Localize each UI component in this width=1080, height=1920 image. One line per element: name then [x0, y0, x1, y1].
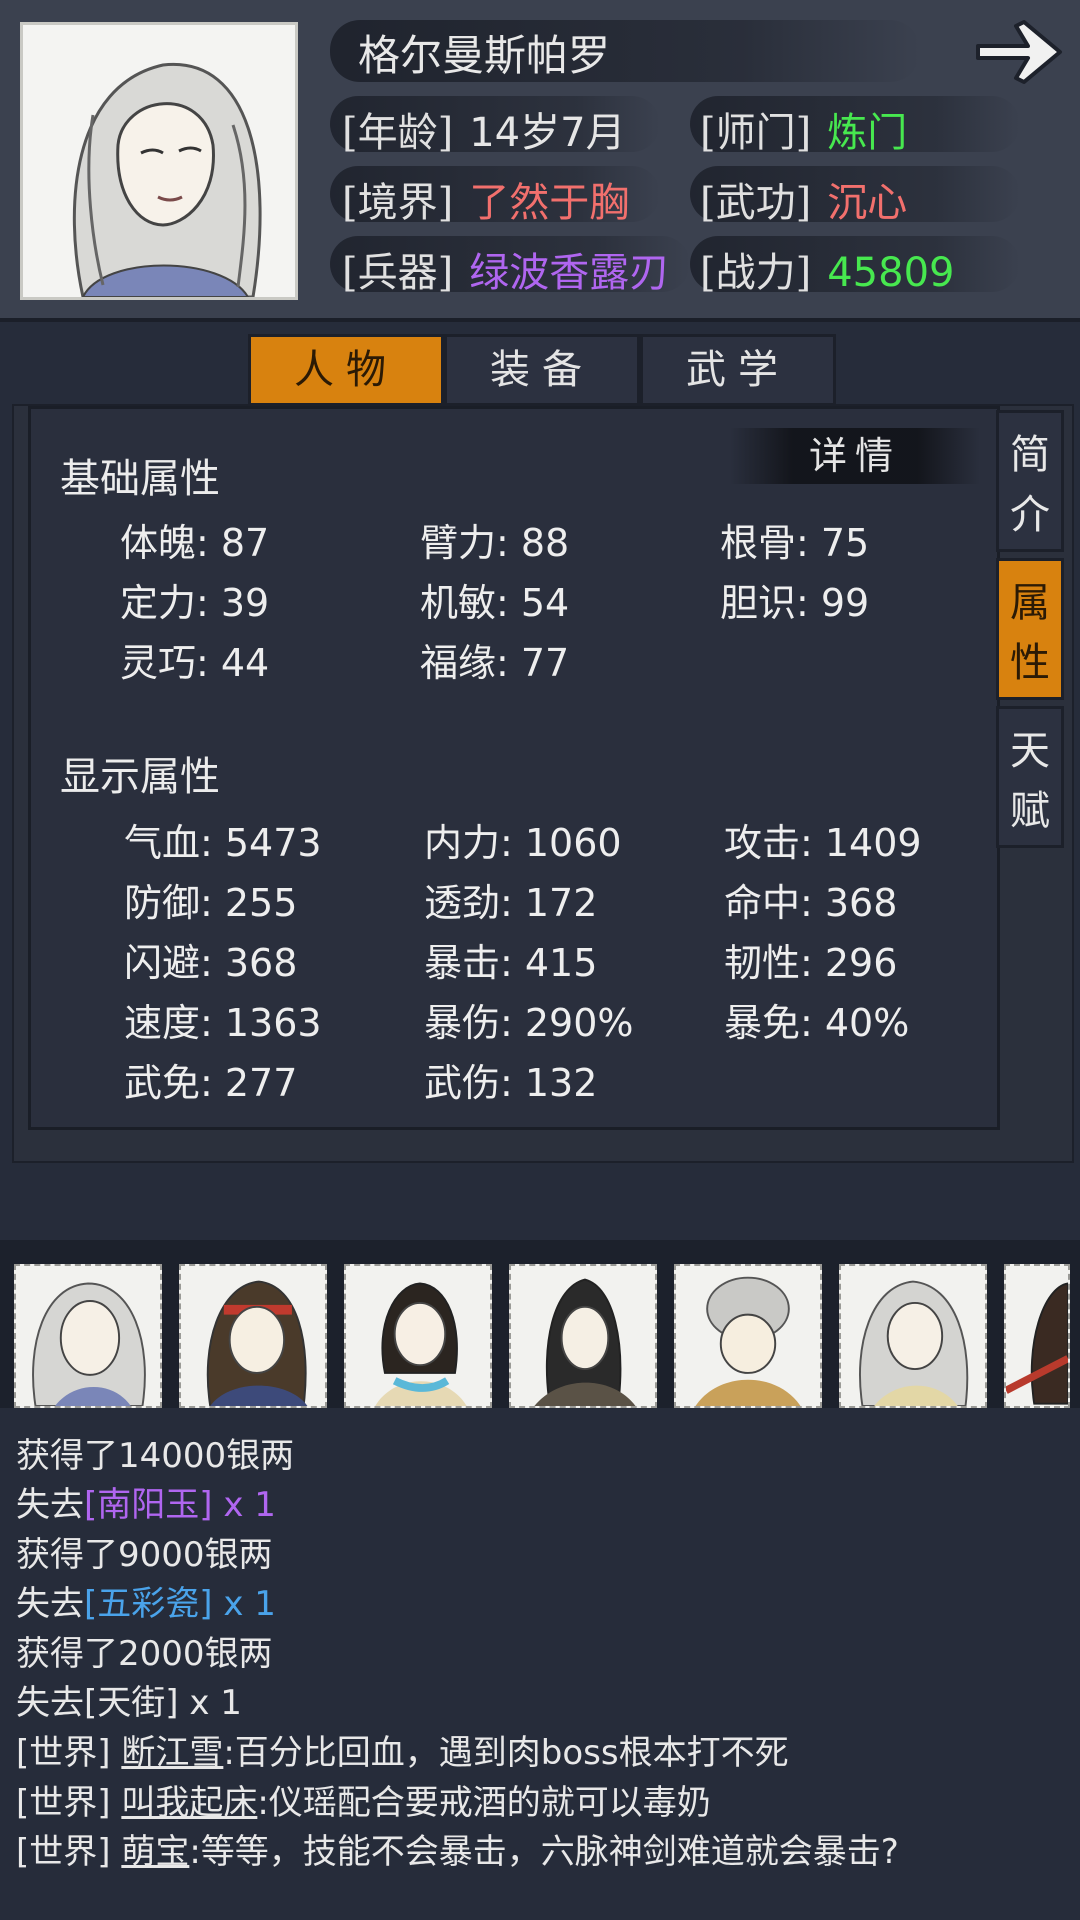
member-portrait	[206, 1280, 308, 1406]
log-line: 获得了9000银两	[16, 1535, 273, 1575]
item-count: x 1	[212, 1584, 276, 1624]
side-tab-char: 性	[1010, 640, 1050, 686]
display-attr: 速度: 1363	[124, 1001, 322, 1045]
member-portrait	[859, 1280, 969, 1406]
base-attr: 体魄: 87	[120, 521, 270, 565]
side-tab-char: 介	[1010, 492, 1050, 538]
side-tab-intro[interactable]: 简 介	[996, 410, 1064, 552]
player-name-link[interactable]: 萌宝	[121, 1832, 189, 1872]
age-row: [年龄] 14岁7月	[342, 100, 626, 158]
age-value: 14岁7月	[469, 110, 626, 156]
chat-message: :百分比回血，遇到肉boss根本打不死	[223, 1733, 789, 1773]
display-attr: 武免: 277	[124, 1061, 298, 1105]
item-link[interactable]: [南阳玉]	[84, 1485, 213, 1525]
log-line: [世界] 断江雪:百分比回血，遇到肉boss根本打不死	[16, 1725, 789, 1774]
display-attr: 武伤: 132	[424, 1061, 598, 1105]
side-tab-char: 简	[1010, 432, 1050, 478]
weapon-value: 绿波香露刃	[469, 250, 670, 296]
chat-message: :仪瑶配合要戒酒的就可以毒奶	[257, 1783, 711, 1823]
sect-row: [师门] 炼门	[700, 100, 907, 158]
side-tab-char: 属	[1010, 580, 1050, 626]
display-attr: 韧性: 296	[724, 941, 898, 985]
display-attr: 防御: 255	[124, 881, 298, 925]
portrait-image	[23, 25, 295, 297]
display-attr: 内力: 1060	[424, 821, 622, 865]
realm-row: [境界] 了然于胸	[342, 170, 629, 228]
display-attr: 暴击: 415	[424, 941, 598, 985]
sect-value: 炼门	[827, 110, 908, 156]
base-attr: 机敏: 54	[420, 581, 570, 625]
log-line: [世界] 叫我起床:仪瑶配合要戒酒的就可以毒奶	[16, 1775, 711, 1824]
base-attr: 定力: 39	[120, 581, 270, 625]
character-name: 格尔曼斯帕罗	[358, 31, 611, 80]
log-line: [世界] 萌宝:等等，技能不会暴击，六脉神剑难道就会暴击?	[16, 1824, 899, 1873]
tab-martial-arts[interactable]: 武学	[640, 334, 836, 406]
skill-row: [武功] 沉心	[700, 170, 907, 228]
member-portrait	[1006, 1282, 1068, 1405]
display-attr: 透劲: 172	[424, 881, 598, 925]
power-value: 45809	[827, 250, 955, 296]
base-attr: 根骨: 75	[720, 521, 870, 565]
tab-character[interactable]: 人物	[248, 334, 444, 406]
party-member-6[interactable]	[839, 1264, 987, 1408]
item-link[interactable]: [五彩瓷]	[84, 1584, 213, 1624]
power-row: [战力] 45809	[700, 240, 954, 298]
sect-label: [师门]	[700, 110, 812, 156]
player-name-link[interactable]: 叫我起床	[121, 1783, 257, 1823]
side-tab-char: 天	[1010, 728, 1050, 774]
base-attributes-title: 基础属性	[60, 456, 220, 502]
character-portrait[interactable]	[20, 22, 298, 300]
base-attr: 福缘: 77	[420, 641, 570, 685]
party-member-3[interactable]	[344, 1264, 492, 1408]
display-attr: 闪避: 368	[124, 941, 298, 985]
chat-message: :等等，技能不会暴击，六脉神剑难道就会暴击?	[189, 1832, 899, 1872]
party-member-5[interactable]	[674, 1264, 822, 1408]
detail-button[interactable]: 详情	[730, 428, 980, 484]
base-attr: 胆识: 99	[720, 581, 870, 625]
power-label: [战力]	[700, 250, 812, 296]
member-portrait	[375, 1282, 467, 1406]
right-arrow-icon	[976, 20, 1062, 84]
log-line: 获得了14000银两	[16, 1436, 295, 1476]
log-line: 失去[五彩瓷] x 1	[16, 1576, 276, 1625]
display-attr: 攻击: 1409	[724, 821, 922, 865]
age-label: [年龄]	[342, 110, 454, 156]
skill-value: 沉心	[827, 180, 908, 226]
channel-tag: [世界]	[16, 1783, 122, 1823]
party-member-7[interactable]	[1004, 1264, 1070, 1408]
back-arrow-button[interactable]	[972, 16, 1066, 88]
party-member-4[interactable]	[509, 1264, 657, 1408]
weapon-label: [兵器]	[342, 250, 454, 296]
display-attr: 命中: 368	[724, 881, 898, 925]
tab-equipment[interactable]: 装备	[444, 334, 640, 406]
base-attr: 灵巧: 44	[120, 641, 270, 685]
side-tab-attributes[interactable]: 属 性	[996, 558, 1064, 700]
display-attr: 暴伤: 290%	[424, 1001, 634, 1045]
side-tab-char: 赋	[1010, 788, 1050, 834]
member-portrait	[32, 1282, 146, 1406]
realm-label: [境界]	[342, 180, 454, 226]
player-name-link[interactable]: 断江雪	[121, 1733, 223, 1773]
log-text: 失去	[16, 1485, 84, 1525]
party-member-2[interactable]	[179, 1264, 327, 1408]
skill-label: [武功]	[700, 180, 812, 226]
side-tab-talent[interactable]: 天 赋	[996, 706, 1064, 848]
member-portrait	[695, 1276, 801, 1406]
log-line: 失去[天街] x 1	[16, 1683, 242, 1723]
member-portrait	[534, 1278, 636, 1406]
party-member-1[interactable]	[14, 1264, 162, 1408]
log-line: 获得了2000银两	[16, 1634, 273, 1674]
item-count: x 1	[212, 1485, 276, 1525]
realm-value: 了然于胸	[469, 180, 630, 226]
channel-tag: [世界]	[16, 1832, 122, 1872]
weapon-row: [兵器] 绿波香露刃	[342, 240, 669, 298]
base-attr: 臂力: 88	[420, 521, 570, 565]
log-text: 失去	[16, 1584, 84, 1624]
display-attributes-title: 显示属性	[60, 754, 220, 800]
display-attr: 暴免: 40%	[724, 1001, 910, 1045]
channel-tag: [世界]	[16, 1733, 122, 1773]
log-line: 失去[南阳玉] x 1	[16, 1477, 276, 1526]
display-attr: 气血: 5473	[124, 821, 322, 865]
